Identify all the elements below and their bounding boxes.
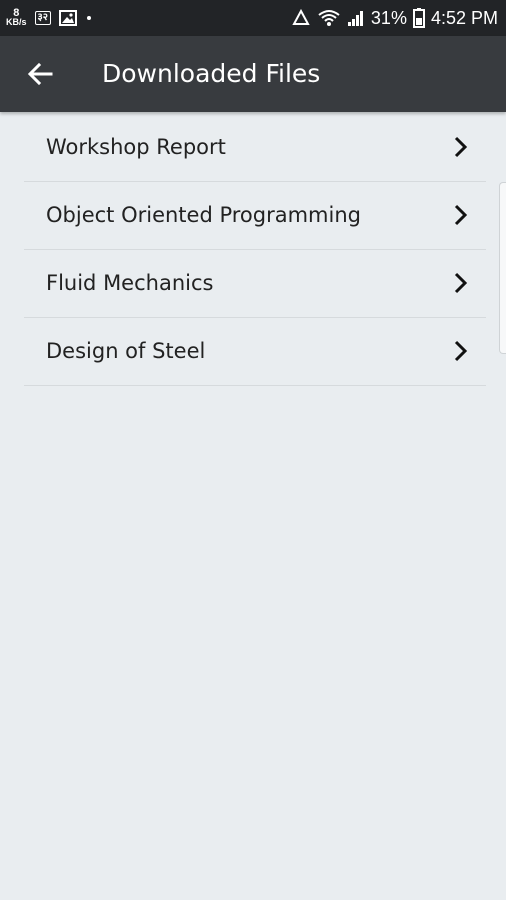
network-speed-unit: KB/s [6,17,27,27]
battery-percent: 31% [370,7,407,28]
battery-icon [412,8,425,28]
list-item[interactable]: Design of Steel [24,318,486,386]
list-item-label: Fluid Mechanics [46,271,214,295]
notification-badge: ३२ [34,11,51,25]
list-item[interactable]: Fluid Mechanics [24,250,486,318]
status-right: 31% 4:52 PM [291,0,498,36]
status-bar: 8 KB/s ३२ 31% 4:52 PM [0,0,506,36]
page-title: Downloaded Files [102,59,321,88]
chevron-right-icon [454,340,468,362]
list-item[interactable]: Object Oriented Programming [24,182,486,250]
wifi-icon [317,9,341,27]
chevron-right-icon [454,136,468,158]
status-left: 8 KB/s ३२ [6,0,93,36]
file-list: Workshop Report Object Oriented Programm… [24,114,486,386]
list-item-label: Workshop Report [46,135,226,159]
list-item-label: Design of Steel [46,339,206,363]
clock: 4:52 PM [430,7,498,28]
list-item-label: Object Oriented Programming [46,203,361,227]
arrow-left-icon [27,63,53,85]
app-bar: Downloaded Files [0,36,506,112]
scrollbar[interactable] [499,182,506,354]
signal-icon [347,9,365,27]
back-button[interactable] [24,58,56,90]
chevron-right-icon [454,272,468,294]
dot-icon [85,14,93,22]
recycle-icon [291,9,311,27]
network-speed: 8 KB/s [6,8,27,27]
list-item[interactable]: Workshop Report [24,114,486,182]
chevron-right-icon [454,204,468,226]
image-icon [58,10,77,26]
